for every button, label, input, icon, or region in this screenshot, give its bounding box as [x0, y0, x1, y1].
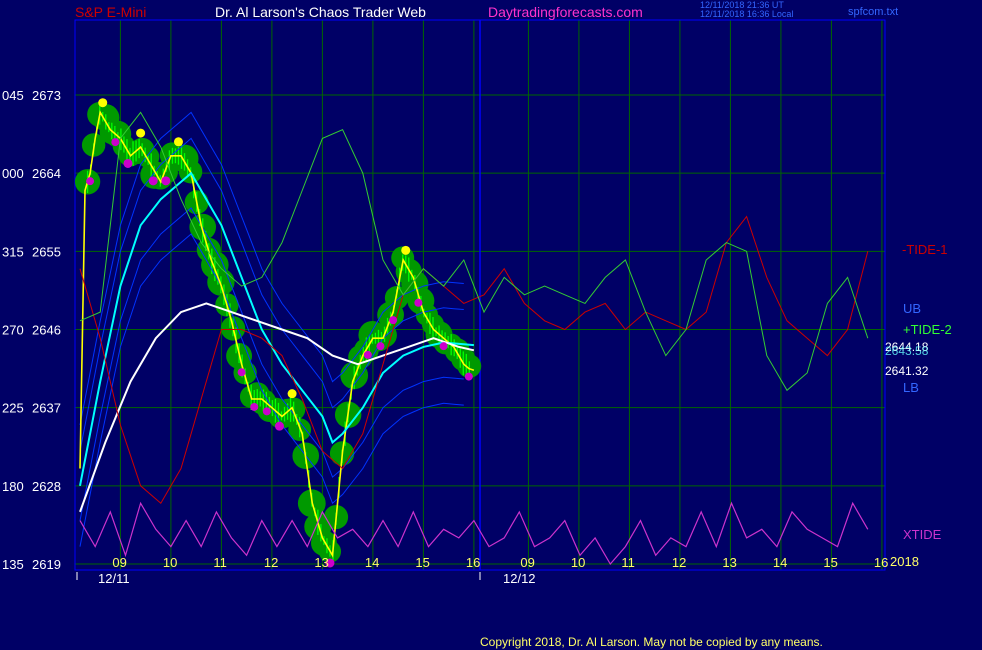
- y-tick-left: 225: [2, 401, 24, 416]
- low-dot: [86, 177, 95, 186]
- x-tick-label: 14: [773, 555, 787, 570]
- low-dot: [439, 342, 448, 351]
- chart-symbol: S&P E-Mini: [75, 4, 146, 20]
- x-tick-label: 16: [874, 555, 888, 570]
- value-ema-slow: 2643.58: [885, 344, 929, 358]
- high-dot: [98, 98, 108, 108]
- x-tick-label: 09: [112, 555, 126, 570]
- x-tick-label: 13: [722, 555, 736, 570]
- low-dot: [111, 138, 120, 147]
- y-tick-right: 2664: [32, 166, 61, 181]
- low-dot: [237, 368, 246, 377]
- x-tick-label: 15: [823, 555, 837, 570]
- y-tick-right: 2637: [32, 401, 61, 416]
- tide1-label: -TIDE-1: [902, 242, 948, 257]
- high-dot: [136, 128, 146, 138]
- low-dot: [161, 176, 171, 186]
- x-tick-label: 11: [213, 555, 227, 570]
- x-tick-label: 14: [365, 555, 379, 570]
- y-tick-left: 135: [2, 557, 24, 572]
- low-dot: [414, 298, 423, 307]
- x-tick-label: 10: [163, 555, 177, 570]
- y-tick-left: 045: [2, 88, 24, 103]
- site-link[interactable]: Daytradingforecasts.com: [488, 4, 643, 20]
- value-price: 2641.32: [885, 364, 929, 378]
- y-tick-right: 2673: [32, 88, 61, 103]
- low-dot: [464, 372, 473, 381]
- copyright: Copyright 2018, Dr. Al Larson. May not b…: [480, 635, 823, 649]
- x-tick-label: 15: [415, 555, 429, 570]
- y-tick-right: 2619: [32, 557, 61, 572]
- price-chart: 045 2673 000 2664 315 2655 270 2646 225 2637 180 26…: [0, 0, 982, 650]
- date-label-2: 12/12: [503, 571, 536, 586]
- x-tick-label: 13: [314, 555, 328, 570]
- x-tick-label: 16: [466, 555, 480, 570]
- low-dot: [123, 158, 133, 168]
- x-tick-label: 09: [520, 555, 534, 570]
- file-name: spfcom.txt: [848, 6, 898, 18]
- year-label: 2018: [890, 554, 919, 569]
- low-dot: [250, 402, 259, 411]
- high-dot: [401, 245, 411, 255]
- xtide-label: XTIDE: [903, 527, 942, 542]
- low-dot: [389, 316, 398, 325]
- high-dot: [173, 137, 183, 147]
- y-tick-left: 270: [2, 323, 24, 338]
- x-tick-label: 12: [672, 555, 686, 570]
- lb-label: LB: [903, 380, 919, 395]
- low-dot: [363, 350, 372, 359]
- chart-background: [0, 0, 982, 650]
- x-tick-label: 11: [621, 555, 635, 570]
- low-dot: [262, 407, 271, 416]
- chart-title: Dr. Al Larson's Chaos Trader Web: [215, 4, 426, 20]
- y-tick-left: 000: [2, 166, 24, 181]
- y-tick-right: 2655: [32, 244, 61, 259]
- y-tick-right: 2628: [32, 479, 61, 494]
- ub-label: UB: [903, 301, 921, 316]
- high-dot: [287, 389, 297, 399]
- y-tick-left: 180: [2, 479, 24, 494]
- tide2-label: +TIDE-2: [903, 322, 952, 337]
- time-local: 12/11/2018 16:36 Local: [700, 9, 793, 19]
- date-label-1: 12/11: [98, 571, 130, 586]
- low-dot: [376, 342, 385, 351]
- low-dot: [148, 176, 158, 186]
- x-tick-label: 10: [571, 555, 585, 570]
- y-tick-left: 315: [2, 244, 24, 259]
- low-dot: [274, 421, 284, 431]
- y-tick-right: 2646: [32, 323, 61, 338]
- x-tick-label: 12: [264, 555, 278, 570]
